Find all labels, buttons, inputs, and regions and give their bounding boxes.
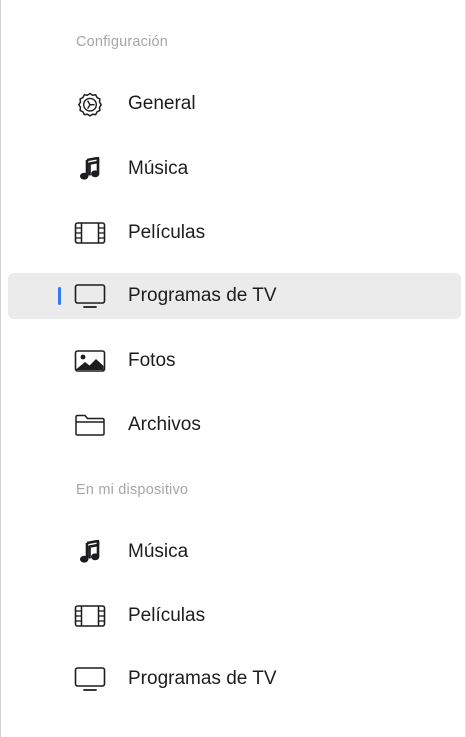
gear-icon: [72, 90, 108, 118]
sidebar-item-label: Películas: [128, 605, 206, 626]
film-icon: [72, 602, 108, 630]
sidebar-item-label: Programas de TV: [128, 285, 277, 306]
music-note-icon: [72, 155, 108, 183]
sidebar-item-device-programas-de-tv[interactable]: Programas de TV: [8, 656, 461, 702]
sidebar-item-musica[interactable]: Música: [8, 146, 461, 192]
section-header-en-mi-dispositivo: En mi dispositivo: [76, 482, 189, 498]
sidebar-item-device-musica[interactable]: Música: [8, 529, 461, 575]
sidebar-item-label: Música: [128, 541, 189, 562]
tv-icon: [72, 282, 108, 310]
sidebar-item-peliculas[interactable]: Películas: [8, 210, 461, 256]
section-header-configuracion: Configuración: [76, 34, 169, 50]
tv-icon: [72, 665, 108, 693]
sidebar-item-programas-de-tv[interactable]: Programas de TV: [8, 273, 461, 319]
music-note-icon: [72, 538, 108, 566]
sidebar-item-label: Programas de TV: [128, 668, 277, 689]
selection-indicator: [58, 287, 61, 305]
sidebar-item-label: General: [128, 93, 196, 114]
sidebar-item-archivos[interactable]: Archivos: [8, 402, 461, 448]
sidebar-item-label: Música: [128, 158, 189, 179]
sidebar-item-label: Películas: [128, 222, 206, 243]
film-icon: [72, 219, 108, 247]
sidebar-item-label: Fotos: [128, 350, 176, 371]
photo-icon: [72, 347, 108, 375]
folder-icon: [72, 411, 108, 439]
sidebar-item-general[interactable]: General: [8, 81, 461, 127]
sidebar-item-device-peliculas[interactable]: Películas: [8, 593, 461, 639]
sidebar-item-fotos[interactable]: Fotos: [8, 338, 461, 384]
sidebar-item-label: Archivos: [128, 414, 201, 435]
sidebar: Configuración General Música Películas P…: [0, 0, 466, 737]
